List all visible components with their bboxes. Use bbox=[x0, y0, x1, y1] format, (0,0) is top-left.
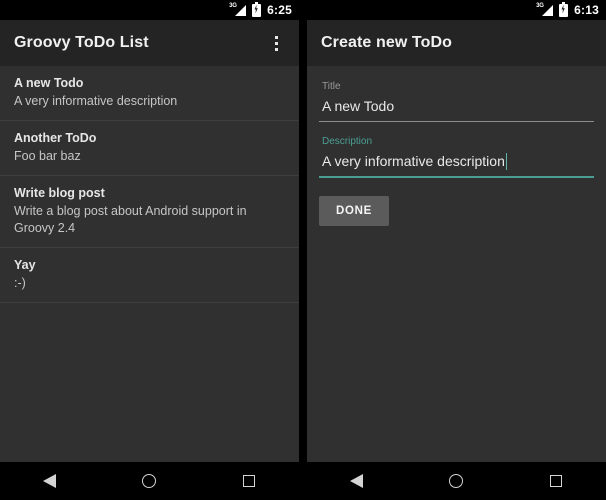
page-title: Create new ToDo bbox=[321, 34, 452, 51]
list-item[interactable]: Another ToDo Foo bar baz bbox=[0, 121, 299, 176]
home-circle-icon bbox=[142, 474, 157, 488]
battery-charging-icon bbox=[559, 1, 569, 17]
todo-item-title: A new Todo bbox=[14, 76, 84, 90]
nav-home-button[interactable] bbox=[125, 462, 173, 500]
battery-charging-icon bbox=[252, 1, 262, 17]
nav-home-button[interactable] bbox=[432, 462, 480, 500]
done-button[interactable]: DONE bbox=[319, 196, 390, 226]
text-caret bbox=[505, 152, 508, 170]
nav-back-button[interactable] bbox=[333, 462, 381, 500]
title-field-underline bbox=[319, 121, 594, 122]
recents-square-icon bbox=[550, 475, 563, 487]
todo-item-title: Write blog post bbox=[14, 186, 105, 200]
status-bar-clock: 6:25 bbox=[267, 3, 292, 17]
recents-square-icon bbox=[243, 475, 256, 487]
list-item[interactable]: Yay :-) bbox=[0, 248, 299, 303]
title-input[interactable]: A new Todo bbox=[319, 94, 594, 121]
phone-screen-todo-list: 3G 6:25 Groovy ToDo List A new Todo A ve… bbox=[0, 0, 303, 500]
description-field-group: Description A very informative descripti… bbox=[319, 135, 594, 178]
description-field-label: Description bbox=[322, 136, 373, 147]
signal-3g-icon: 3G bbox=[536, 2, 554, 17]
title-field-label: Title bbox=[322, 81, 341, 92]
todo-item-description: A very informative description bbox=[14, 94, 178, 108]
todo-item-title: Another ToDo bbox=[14, 131, 97, 145]
create-todo-form: Title A new Todo Description A very info… bbox=[307, 66, 606, 226]
todo-item-description: :-) bbox=[14, 276, 26, 290]
navigation-bar-left bbox=[0, 462, 299, 500]
nav-back-button[interactable] bbox=[26, 462, 74, 500]
signal-type-label: 3G bbox=[229, 2, 237, 9]
description-input[interactable]: A very informative description bbox=[319, 149, 594, 176]
status-bar-right: 3G 6:13 bbox=[307, 0, 606, 20]
todo-item-description: Write a blog post about Android support … bbox=[14, 204, 247, 235]
todo-list: A new Todo A very informative descriptio… bbox=[0, 66, 299, 303]
status-bar-clock: 6:13 bbox=[574, 3, 599, 17]
todo-item-title: Yay bbox=[14, 258, 36, 272]
todo-list-content: A new Todo A very informative descriptio… bbox=[0, 66, 299, 462]
todo-item-description: Foo bar baz bbox=[14, 149, 81, 163]
home-circle-icon bbox=[449, 474, 464, 488]
status-bar-left: 3G 6:25 bbox=[0, 0, 299, 20]
page-title: Groovy ToDo List bbox=[14, 34, 149, 51]
navigation-bar-right bbox=[307, 462, 606, 500]
app-bar-left: Groovy ToDo List bbox=[0, 20, 299, 66]
overflow-menu-icon[interactable] bbox=[263, 26, 289, 60]
title-input-value: A new Todo bbox=[322, 98, 395, 114]
app-bar-right: Create new ToDo bbox=[307, 20, 606, 66]
list-item[interactable]: A new Todo A very informative descriptio… bbox=[0, 66, 299, 121]
phone-screen-create-todo: 3G 6:13 Create new ToDo Title A new Todo bbox=[303, 0, 606, 500]
signal-type-label: 3G bbox=[536, 2, 544, 9]
create-todo-content: Title A new Todo Description A very info… bbox=[307, 66, 606, 462]
nav-recents-button[interactable] bbox=[225, 462, 273, 500]
signal-3g-icon: 3G bbox=[229, 2, 247, 17]
description-field-underline bbox=[319, 176, 594, 178]
back-triangle-icon bbox=[350, 474, 364, 488]
dual-phone-screenshot: 3G 6:25 Groovy ToDo List A new Todo A ve… bbox=[0, 0, 606, 500]
back-triangle-icon bbox=[43, 474, 57, 488]
title-field-group: Title A new Todo bbox=[319, 80, 594, 122]
description-input-value: A very informative description bbox=[322, 153, 505, 169]
list-item[interactable]: Write blog post Write a blog post about … bbox=[0, 176, 299, 248]
nav-recents-button[interactable] bbox=[532, 462, 580, 500]
